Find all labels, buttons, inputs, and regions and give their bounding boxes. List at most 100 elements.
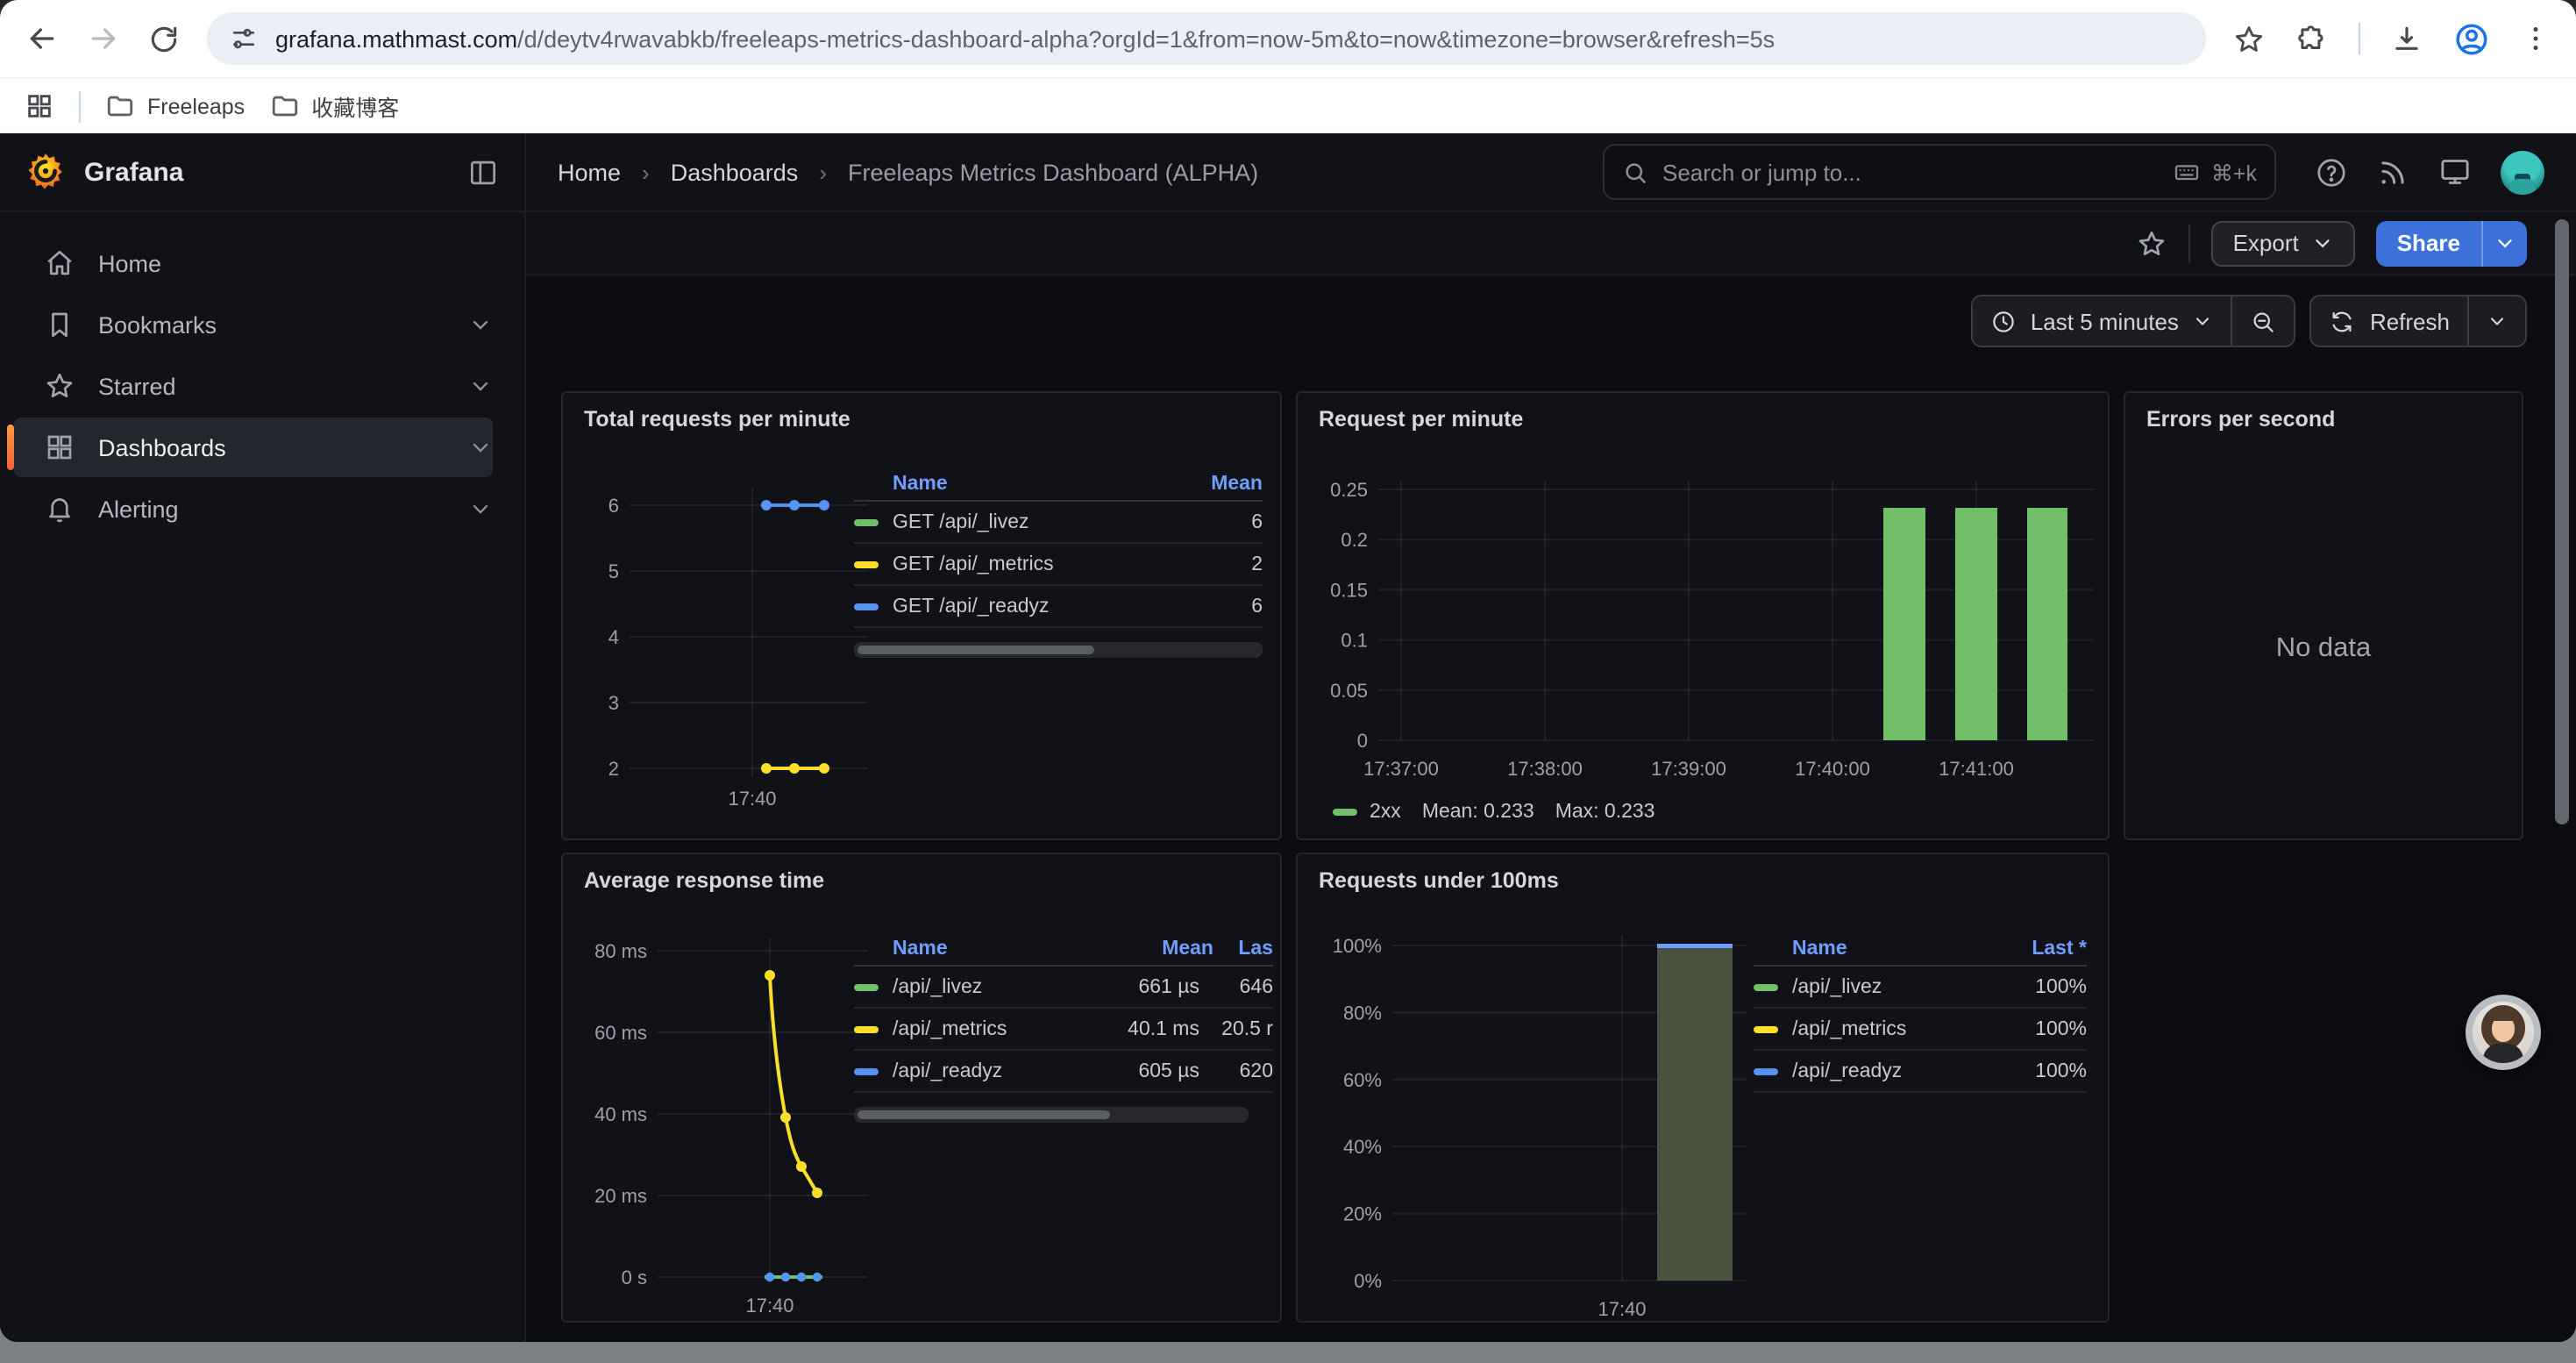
legend-row[interactable]: /api/_readyz 605 µs 620	[854, 1051, 1273, 1093]
refresh-interval-button[interactable]	[2467, 296, 2525, 346]
panel-average-response-time: Average response time 80 ms 60 ms 4	[561, 853, 1282, 1323]
export-label: Export	[2233, 230, 2299, 256]
page-scrollbar[interactable]	[2555, 219, 2569, 824]
legend-header-last[interactable]: Las	[1213, 938, 1273, 959]
sidebar-item-bookmarks[interactable]: Bookmarks	[14, 295, 493, 354]
chevron-down-icon[interactable]	[468, 312, 493, 337]
site-settings-icon[interactable]	[230, 25, 258, 53]
series-name[interactable]: /api/_metrics	[893, 1018, 1007, 1039]
export-button[interactable]: Export	[2212, 220, 2355, 266]
breadcrumb-home[interactable]: Home	[558, 159, 621, 185]
assistant-avatar-bubble[interactable]	[2466, 995, 2541, 1070]
panel-title[interactable]: Errors per second	[2125, 393, 2522, 432]
time-range-picker[interactable]: Last 5 minutes	[1973, 296, 2231, 346]
legend-row[interactable]: GET /api/_metrics 2	[854, 544, 1263, 586]
legend-row[interactable]: GET /api/_readyz 6	[854, 586, 1263, 628]
bookmark-label: 收藏博客	[311, 89, 399, 123]
time-range-group: Last 5 minutes	[1971, 295, 2296, 347]
legend-max: Max: 0.233	[1555, 802, 1655, 823]
series-last: 620	[1213, 1060, 1273, 1081]
extensions-icon[interactable]	[2295, 22, 2329, 55]
mega-menu: Home Bookmarks Starred Dashboards	[0, 212, 526, 1342]
browser-toolbar: grafana.mathmast.com/d/deytv4rwavabkb/fr…	[0, 0, 2576, 77]
address-bar[interactable]: grafana.mathmast.com/d/deytv4rwavabkb/fr…	[207, 12, 2206, 65]
svg-text:17:40: 17:40	[1598, 1298, 1646, 1320]
kiosk-monitor-icon[interactable]	[2437, 154, 2473, 189]
profile-icon[interactable]	[2453, 20, 2490, 57]
legend-header-mean[interactable]: Mean	[1211, 473, 1263, 494]
breadcrumb-dashboards[interactable]: Dashboards	[671, 159, 799, 185]
legend-scrollbar[interactable]	[854, 642, 1263, 658]
chevron-down-icon[interactable]	[468, 435, 493, 460]
svg-text:6: 6	[608, 495, 619, 517]
breadcrumb-current: Freeleaps Metrics Dashboard (ALPHA)	[848, 159, 1258, 185]
refresh-button[interactable]: Refresh	[2312, 296, 2467, 346]
series-name[interactable]: /api/_metrics	[1792, 1018, 1906, 1039]
grafana-header-right: Home › Dashboards › Freeleaps Metrics Da…	[526, 133, 2576, 211]
legend-scrollbar[interactable]	[854, 1107, 1248, 1123]
legend-header-name[interactable]: Name	[1792, 938, 1847, 959]
series-name[interactable]: GET /api/_livez	[893, 511, 1029, 532]
keyboard-icon	[2173, 158, 2201, 186]
legend-header-name[interactable]: Name	[893, 473, 948, 494]
chevron-down-icon[interactable]	[468, 496, 493, 521]
panel-title[interactable]: Average response time	[563, 854, 1280, 893]
series-last: 100%	[2035, 976, 2087, 997]
series-name[interactable]: /api/_livez	[893, 976, 982, 997]
svg-text:20 ms: 20 ms	[594, 1185, 647, 1207]
legend-row[interactable]: /api/_livez 661 µs 646	[854, 967, 1273, 1009]
mega-menu-toggle-icon[interactable]	[466, 155, 500, 189]
series-name[interactable]: /api/_readyz	[893, 1060, 1002, 1081]
share-menu-button[interactable]	[2481, 220, 2527, 266]
panel-title[interactable]: Requests under 100ms	[1298, 854, 2108, 893]
help-icon[interactable]	[2315, 155, 2348, 189]
bookmark-star-icon[interactable]	[2232, 22, 2266, 55]
zoom-out-button[interactable]	[2231, 296, 2295, 346]
search-box[interactable]: ⌘+k	[1603, 144, 2276, 200]
search-input[interactable]	[1662, 159, 2159, 185]
legend-row[interactable]: /api/_metrics 100%	[1754, 1009, 2087, 1051]
chart-request-per-minute: 0.25 0.2 0.15 0.1 0.05 0 17:37:00 17:	[1312, 446, 2097, 788]
svg-text:0.2: 0.2	[1341, 529, 1368, 551]
chevron-down-icon	[2193, 310, 2214, 332]
legend-item-2xx[interactable]: 2xx	[1333, 802, 1401, 823]
bookmark-folder-freeleaps[interactable]: Freeleaps	[105, 91, 245, 121]
bookmark-folder-blogs[interactable]: 收藏博客	[269, 89, 399, 123]
back-icon[interactable]	[25, 21, 60, 56]
series-name[interactable]: /api/_readyz	[1792, 1060, 1902, 1081]
legend-table: Name Mean GET /api/_livez 6	[854, 467, 1263, 658]
legend-row[interactable]: /api/_livez 100%	[1754, 967, 2087, 1009]
favorite-star-icon[interactable]	[2137, 227, 2168, 259]
legend-header-name[interactable]: Name	[893, 938, 948, 959]
menu-kebab-icon[interactable]	[2520, 23, 2551, 54]
panel-title[interactable]: Request per minute	[1298, 393, 2108, 432]
chart-average-response-time: 80 ms 60 ms 40 ms 20 ms 0 s	[577, 907, 875, 1321]
panel-title[interactable]: Total requests per minute	[563, 393, 1280, 432]
legend-row[interactable]: /api/_metrics 40.1 ms 20.5 r	[854, 1009, 1273, 1051]
legend-header-last[interactable]: Last *	[2032, 938, 2087, 959]
sidebar-item-starred[interactable]: Starred	[14, 356, 493, 416]
download-icon[interactable]	[2390, 22, 2423, 55]
dashboard-actions-bar: Export Share	[526, 212, 2576, 275]
legend-row[interactable]: GET /api/_livez 6	[854, 502, 1263, 544]
series-name[interactable]: GET /api/_metrics	[893, 553, 1054, 574]
sidebar-item-dashboards[interactable]: Dashboards	[14, 417, 493, 477]
series-last: 20.5 r	[1213, 1018, 1273, 1039]
sidebar-item-home[interactable]: Home	[14, 233, 493, 293]
series-color-pill	[1754, 1025, 1778, 1032]
share-button[interactable]: Share	[2376, 220, 2481, 266]
apps-grid-icon[interactable]	[25, 91, 54, 121]
chevron-down-icon[interactable]	[468, 374, 493, 398]
sidebar-item-alerting[interactable]: Alerting	[14, 479, 493, 539]
reload-icon[interactable]	[147, 22, 181, 55]
svg-text:60%: 60%	[1343, 1069, 1382, 1091]
svg-text:17:37:00: 17:37:00	[1363, 758, 1439, 780]
user-avatar[interactable]	[2501, 150, 2544, 194]
svg-text:0%: 0%	[1354, 1270, 1382, 1292]
legend-header-mean[interactable]: Mean	[1105, 938, 1213, 959]
news-rss-icon[interactable]	[2376, 155, 2409, 189]
series-name[interactable]: /api/_livez	[1792, 976, 1882, 997]
series-name[interactable]: GET /api/_readyz	[893, 596, 1050, 617]
legend-row[interactable]: /api/_readyz 100%	[1754, 1051, 2087, 1093]
home-icon	[44, 247, 75, 279]
